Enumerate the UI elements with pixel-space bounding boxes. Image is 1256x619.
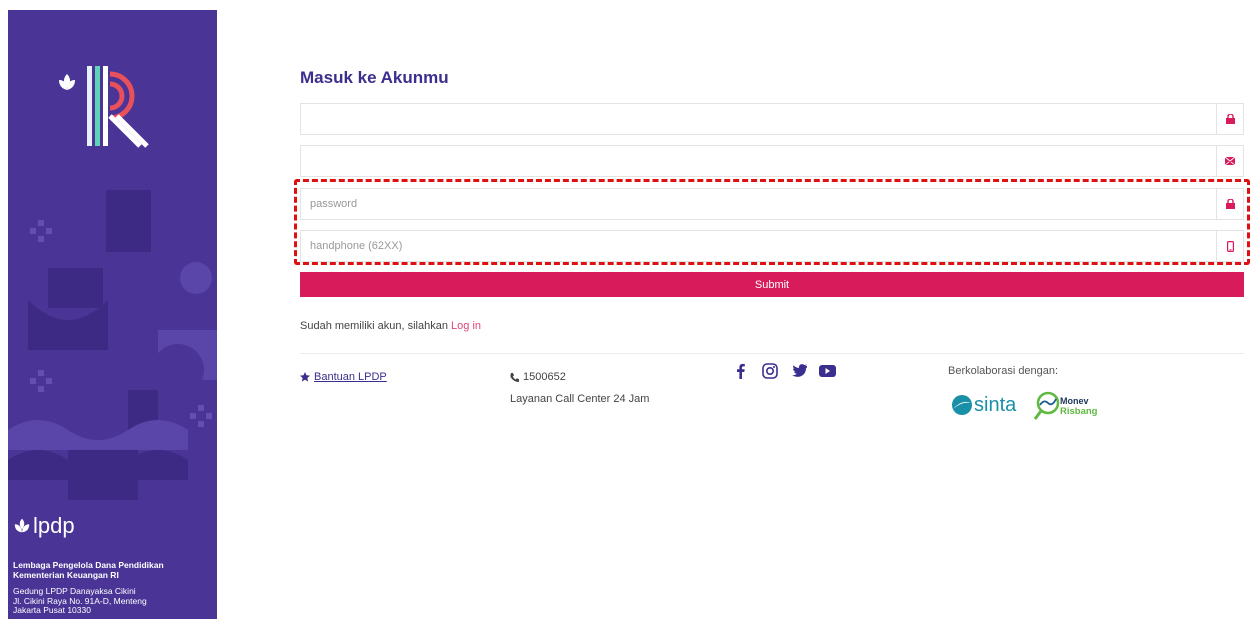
star-icon [300, 372, 310, 382]
phone-icon [510, 372, 519, 382]
lpdp-leaf-icon [14, 518, 30, 533]
facebook-icon[interactable] [732, 362, 749, 379]
youtube-icon[interactable] [819, 362, 836, 379]
field-2-group [300, 145, 1244, 177]
call-center-label: Layanan Call Center 24 Jam [510, 393, 650, 405]
svg-text:Risbang: Risbang [1060, 406, 1098, 417]
handphone-input[interactable] [301, 231, 1216, 261]
lock-icon [1216, 104, 1243, 134]
password-input[interactable] [301, 189, 1216, 219]
lpdp-wordmark: lpdp [33, 513, 75, 538]
monev-risbang-logo: Monev Risbang [1033, 391, 1098, 420]
org-address: Gedung LPDP Danayaksa Cikini Jl. Cikini … [13, 586, 147, 615]
lpdp-r-logo [59, 66, 149, 148]
field-1-input[interactable] [301, 104, 1216, 134]
org-name: Lembaga Pengelola Dana Pendidikan Kement… [13, 560, 164, 580]
social-links [732, 362, 836, 379]
page-title: Masuk ke Akunmu [300, 68, 449, 87]
footer-divider [300, 353, 1244, 354]
main-panel: Masuk ke Akunmu Submit Sudah memiliki ak… [294, 0, 1250, 619]
svg-text:Monev: Monev [1060, 396, 1089, 406]
envelope-icon [1216, 146, 1243, 176]
instagram-icon[interactable] [761, 362, 778, 379]
lock-icon [1216, 189, 1243, 219]
call-center-number: 1500652 [510, 371, 566, 383]
partner-logos: sinta Monev Risbang [952, 391, 1098, 420]
sidebar-banner: lpdp Lembaga Pengelola Dana Pendidikan K… [8, 10, 217, 619]
lpdp-brand: lpdp [13, 513, 75, 539]
mobile-phone-icon [1216, 231, 1243, 261]
twitter-icon[interactable] [790, 362, 807, 379]
collab-label: Berkolaborasi dengan: [948, 365, 1059, 377]
help-link[interactable]: Bantuan LPDP [300, 371, 387, 383]
submit-button[interactable]: Submit [300, 272, 1244, 297]
login-link[interactable]: Log in [451, 320, 481, 332]
field-2-input[interactable] [301, 146, 1216, 176]
sinta-logo: sinta [952, 394, 1017, 416]
handphone-group [300, 230, 1244, 262]
svg-text:sinta: sinta [974, 394, 1017, 416]
password-group [300, 188, 1244, 220]
field-1-group [300, 103, 1244, 135]
login-prompt: Sudah memiliki akun, silahkan Log in [300, 320, 482, 332]
